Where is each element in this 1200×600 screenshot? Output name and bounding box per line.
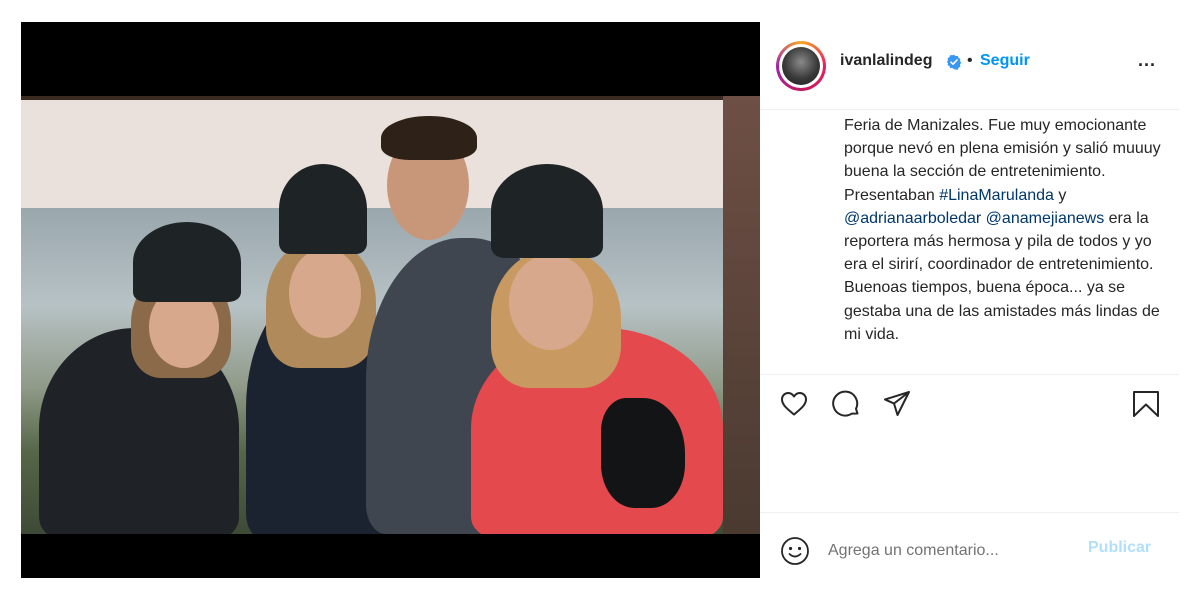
comment-bar: Publicar <box>760 512 1179 579</box>
person-4-beanie <box>491 164 603 258</box>
post-media[interactable] <box>21 22 760 578</box>
paper-plane-icon[interactable] <box>882 389 912 419</box>
heart-icon[interactable] <box>779 389 809 419</box>
avatar-image <box>782 47 820 85</box>
mention-link[interactable]: @anamejianews <box>986 210 1105 227</box>
post-sidebar: ivanlalindeg • Seguir ... Feria de Maniz… <box>760 22 1179 578</box>
username-link[interactable]: ivanlalindeg <box>840 52 932 70</box>
smiley-icon[interactable] <box>780 536 810 566</box>
mention-link[interactable]: @adrianaarboledar <box>844 210 981 227</box>
photo-scene <box>21 116 723 534</box>
person-3-hair <box>381 116 477 160</box>
avatar-border <box>779 44 823 88</box>
more-options-button[interactable]: ... <box>1138 50 1156 71</box>
caption-text: era la reportera más hermosa y pila de t… <box>844 209 1160 343</box>
separator-dot: • <box>967 52 973 69</box>
person-1-beanie <box>133 222 241 302</box>
follow-button[interactable]: Seguir <box>980 52 1030 70</box>
person-2-beanie <box>279 164 367 254</box>
photo-print <box>21 100 723 534</box>
post-actions <box>760 374 1179 435</box>
post-photo <box>21 96 760 534</box>
hashtag-link[interactable]: #LinaMarulanda <box>939 187 1054 204</box>
person-2-face <box>289 248 361 338</box>
glove <box>601 398 685 508</box>
person-4-face <box>509 254 593 350</box>
publish-button[interactable]: Publicar <box>1088 539 1151 557</box>
bookmark-icon[interactable] <box>1131 389 1161 419</box>
verified-badge-icon <box>946 54 962 70</box>
post-caption: Feria de Manizales. Fue muy emocionante … <box>844 114 1174 346</box>
post-header: ivanlalindeg • Seguir ... <box>760 22 1179 110</box>
caption-text: y <box>1053 186 1067 204</box>
comment-bubble-icon[interactable] <box>831 389 861 419</box>
table-background <box>723 96 760 534</box>
avatar[interactable] <box>776 41 826 91</box>
comment-input[interactable] <box>826 537 1080 565</box>
